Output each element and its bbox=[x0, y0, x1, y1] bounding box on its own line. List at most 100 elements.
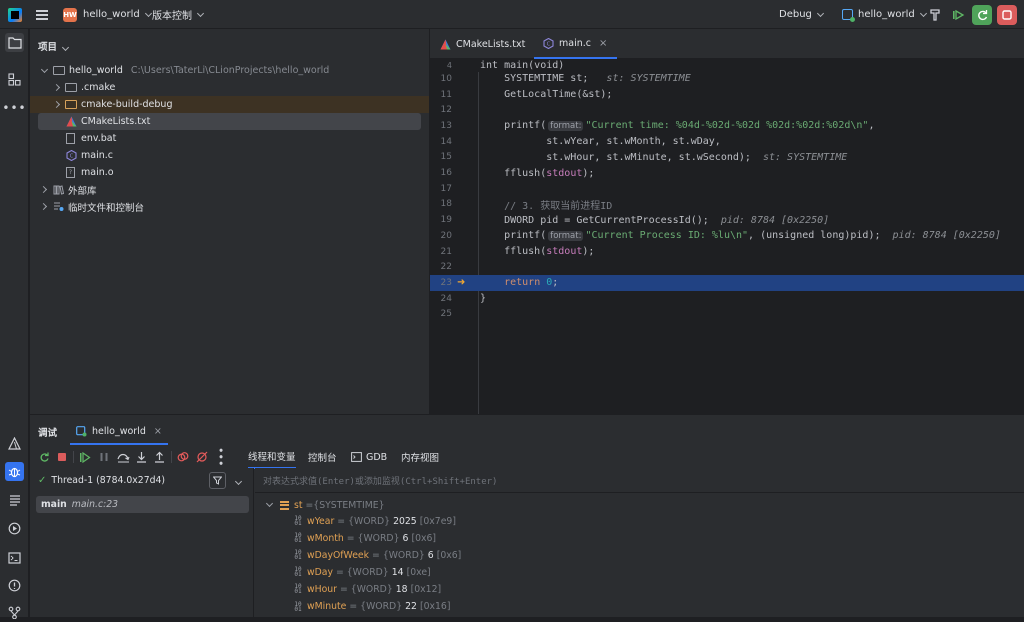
line-number[interactable]: 11 bbox=[430, 90, 452, 100]
var-field-row[interactable]: 10 01 wDay = {WORD} 14 [0xe] bbox=[293, 564, 430, 580]
session-tab-label: hello_world bbox=[92, 425, 146, 437]
code-token: stdout bbox=[546, 246, 583, 258]
var-field-row[interactable]: 10 01 wDayOfWeek = {WORD} 6 [0x6] bbox=[293, 547, 461, 563]
code-line[interactable]: 18 // 3. 获取当前进程ID bbox=[430, 197, 1024, 213]
mute-breakpoints-icon[interactable] bbox=[195, 450, 209, 464]
var-type: {WORD} bbox=[346, 566, 389, 578]
subtab-threads-variables[interactable]: 线程和变量 bbox=[248, 445, 296, 469]
more-tools-icon[interactable]: ••• bbox=[2, 98, 25, 117]
tab-main-c[interactable]: C main.c × bbox=[534, 29, 618, 59]
tree-item-env-bat[interactable]: env.bat bbox=[66, 130, 116, 147]
debug-bug-icon[interactable] bbox=[5, 462, 24, 481]
code-line[interactable]: 22 bbox=[430, 259, 1024, 275]
tab-cmakelists[interactable]: CMakeLists.txt bbox=[440, 29, 525, 59]
var-field-row[interactable]: 10 01 wMinute = {WORD} 22 [0x16] bbox=[293, 599, 450, 615]
structure-icon[interactable] bbox=[5, 70, 24, 89]
tree-item-main-c[interactable]: C main.c bbox=[66, 147, 113, 164]
chevron-down-icon bbox=[144, 9, 152, 17]
current-execution-line[interactable]: 23 ➜ return 0; bbox=[430, 275, 1024, 291]
line-number[interactable]: 12 bbox=[430, 105, 452, 115]
tree-item-cmakelists[interactable]: CMakeLists.txt bbox=[66, 113, 150, 130]
evaluate-expression-input[interactable]: 对表达式求值(Enter)或添加监视(Ctrl+Shift+Enter) bbox=[255, 468, 1024, 493]
line-number[interactable]: 13 bbox=[430, 121, 452, 131]
rerun-debug-icon[interactable] bbox=[972, 5, 992, 25]
stack-frame-row[interactable]: main main.c:23 bbox=[36, 496, 249, 513]
line-number[interactable]: 16 bbox=[430, 168, 452, 178]
step-into-icon[interactable] bbox=[134, 450, 148, 464]
line-number[interactable]: 15 bbox=[430, 152, 452, 162]
code-line[interactable]: 19 DWORD pid = GetCurrentProcessId(); pi… bbox=[430, 212, 1024, 228]
services-list-icon[interactable] bbox=[5, 491, 24, 510]
project-switcher[interactable]: HW hello_world bbox=[63, 0, 152, 29]
line-number[interactable]: 25 bbox=[430, 309, 452, 319]
var-field-row[interactable]: 10 01 wMonth = {WORD} 6 [0x6] bbox=[293, 530, 436, 546]
tree-root[interactable]: hello_world C:\Users\TaterLi\CLionProjec… bbox=[38, 62, 329, 79]
line-number[interactable]: 20 bbox=[430, 231, 452, 241]
subtab-console[interactable]: 控制台 bbox=[308, 445, 337, 469]
code-line[interactable]: 11 GetLocalTime(&st); bbox=[430, 87, 1024, 103]
code-line[interactable]: 10 SYSTEMTIME st; st: SYSTEMTIME bbox=[430, 71, 1024, 87]
code-line[interactable]: 12 bbox=[430, 102, 1024, 118]
line-number[interactable]: 21 bbox=[430, 247, 452, 257]
resume-run-icon[interactable] bbox=[948, 5, 968, 25]
line-number[interactable]: 17 bbox=[430, 184, 452, 194]
version-control-icon[interactable] bbox=[5, 603, 24, 622]
line-number[interactable]: 22 bbox=[430, 262, 452, 272]
code-text: fflush(stdout); bbox=[480, 246, 594, 257]
line-number[interactable]: 10 bbox=[430, 74, 452, 84]
tree-item-cmake-build-debug[interactable]: cmake-build-debug bbox=[52, 96, 172, 113]
line-number[interactable]: 18 bbox=[430, 199, 452, 209]
chevron-down-icon[interactable] bbox=[234, 476, 243, 487]
build-hammer-icon[interactable] bbox=[925, 5, 945, 25]
rerun-icon[interactable] bbox=[37, 450, 51, 464]
var-field-row[interactable]: 10 01 wYear = {WORD} 2025 [0x7e9] bbox=[293, 513, 456, 529]
line-number[interactable]: 14 bbox=[430, 137, 452, 147]
line-number[interactable]: 24 bbox=[430, 294, 452, 304]
thread-selector[interactable]: ✓ Thread-1 (8784.0x27d4) bbox=[38, 475, 165, 486]
resume-icon[interactable] bbox=[78, 450, 92, 464]
var-root-st[interactable]: st = {SYSTEMTIME} bbox=[265, 497, 385, 513]
build-config-selector[interactable]: Debug bbox=[779, 0, 824, 29]
problems-icon[interactable] bbox=[5, 576, 24, 595]
code-line[interactable]: 25 bbox=[430, 307, 1024, 323]
tree-scratches[interactable]: 临时文件和控制台 bbox=[38, 198, 144, 215]
line-number[interactable]: 19 bbox=[430, 215, 452, 225]
step-over-icon[interactable] bbox=[116, 450, 130, 464]
pause-icon[interactable] bbox=[97, 450, 111, 464]
code-line[interactable]: 16 fflush(stdout); bbox=[430, 165, 1024, 181]
code-editor[interactable]: 4 int main(void) 10 SYSTEMTIME st; st: S… bbox=[430, 59, 1024, 414]
run-target-selector[interactable]: hello_world bbox=[842, 0, 927, 29]
equals-sign: = bbox=[372, 549, 380, 561]
code-line[interactable]: 15 st.wHour, st.wMinute, st.wSecond); st… bbox=[430, 150, 1024, 166]
filter-icon[interactable] bbox=[209, 472, 226, 489]
code-line[interactable]: 20 printf(format: "Current Process ID: %l… bbox=[430, 228, 1024, 244]
code-line[interactable]: 17 bbox=[430, 181, 1024, 197]
code-line[interactable]: 14 st.wYear, st.wMonth, st.wDay, bbox=[430, 134, 1024, 150]
terminal-icon[interactable] bbox=[5, 548, 24, 567]
view-breakpoints-icon[interactable] bbox=[176, 450, 190, 464]
debug-session-tab[interactable]: hello_world × bbox=[70, 419, 168, 445]
tree-external-libs[interactable]: 外部库 bbox=[38, 181, 97, 198]
close-tab-icon[interactable]: × bbox=[154, 426, 162, 437]
tree-item-main-o[interactable]: ? main.o bbox=[66, 164, 114, 181]
services-play-icon[interactable] bbox=[5, 519, 24, 538]
code-token: "Current time: %04d-%02d-%02d %02d:%02d:… bbox=[585, 120, 869, 132]
project-folder-icon[interactable] bbox=[5, 33, 24, 52]
step-out-icon[interactable] bbox=[152, 450, 166, 464]
line-number[interactable]: 23 bbox=[430, 278, 452, 288]
code-line[interactable]: 21 fflush(stdout); bbox=[430, 244, 1024, 260]
code-line[interactable]: 13 printf(format: "Current time: %04d-%02… bbox=[430, 118, 1024, 134]
subtab-memory[interactable]: 内存视图 bbox=[401, 445, 439, 469]
cmake-icon[interactable] bbox=[5, 434, 24, 453]
vcs-menu[interactable]: 版本控制 bbox=[152, 0, 205, 29]
subtab-gdb[interactable]: GDB bbox=[351, 445, 387, 469]
stop-icon[interactable] bbox=[55, 450, 69, 464]
project-panel-header[interactable]: 项目 bbox=[38, 39, 70, 53]
close-tab-icon[interactable]: × bbox=[599, 38, 607, 49]
more-vertical-icon[interactable]: ••• bbox=[213, 447, 227, 466]
tree-item-cmake-folder[interactable]: .cmake bbox=[52, 79, 115, 96]
var-field-row[interactable]: 10 01 wHour = {WORD} 18 [0x12] bbox=[293, 581, 441, 597]
main-menu-icon[interactable] bbox=[36, 0, 48, 29]
code-line[interactable]: 24} bbox=[430, 291, 1024, 307]
stop-icon[interactable] bbox=[997, 5, 1017, 25]
